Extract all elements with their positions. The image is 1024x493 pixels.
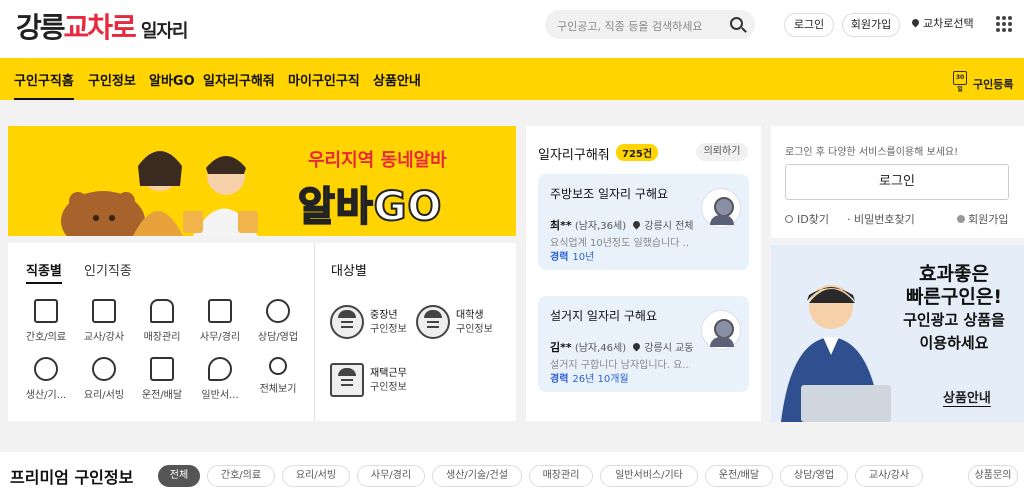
- category-sales[interactable]: 상담/영업: [254, 299, 302, 343]
- apps-menu-icon[interactable]: [996, 16, 1012, 32]
- calendar-icon: 30일: [953, 71, 967, 93]
- middle-aged-face-icon: [330, 305, 364, 339]
- tab-popular[interactable]: 인기직종: [84, 260, 132, 279]
- user-icon: [957, 215, 965, 223]
- location-pin-icon: [631, 341, 642, 352]
- student-face-icon: [416, 305, 450, 339]
- join-link[interactable]: 회원가입: [957, 211, 1008, 227]
- remote-work-icon: [330, 363, 364, 397]
- location-pin-icon: [910, 17, 921, 28]
- filter-chip[interactable]: 간호/의료: [207, 465, 275, 487]
- tab-by-occupation[interactable]: 직종별: [26, 260, 62, 284]
- ad-text: 효과좋은 빠른구인은! 구인광고 상품을 이용하세요: [903, 263, 1005, 352]
- product-inquiry-button[interactable]: 상품문의: [968, 465, 1018, 487]
- find-id-link[interactable]: ID찾기: [785, 211, 829, 227]
- medical-kit-icon: [34, 299, 58, 323]
- tab-products[interactable]: 상품안내: [373, 70, 421, 89]
- count-badge: 725건: [616, 144, 659, 161]
- main-nav: 구인구직홈 구인정보 알바GO 일자리구해줘 마이구인구직 상품안내: [0, 58, 1024, 100]
- product-info-button[interactable]: 상품안내: [943, 387, 991, 407]
- filter-chip[interactable]: 생산/기술/건설: [432, 465, 522, 487]
- find-password-link[interactable]: · 비밀번호찾기: [847, 211, 915, 227]
- target-remote[interactable]: 재택근무 구인정보: [330, 361, 420, 401]
- tab-my-job[interactable]: 마이구인구직: [288, 70, 360, 89]
- job-request-panel: 일자리구해줘 725건 의뢰하기 주방보조 일자리 구해요 최** (남자,36…: [526, 126, 761, 421]
- premium-title: 프리미엄 구인정보: [10, 468, 134, 487]
- category-cooking[interactable]: 요리/서빙: [80, 357, 128, 401]
- category-service[interactable]: 일반서...: [196, 357, 244, 401]
- blackboard-icon: [92, 299, 116, 323]
- banner-subtitle: 우리지역 동네알바: [308, 150, 447, 171]
- request-button[interactable]: 의뢰하기: [696, 143, 748, 161]
- gear-icon: [34, 357, 58, 381]
- login-panel: 로그인 후 다양한 서비스를이용해 보세요! 로그인 ID찾기 · 비밀번호찾기…: [771, 126, 1024, 238]
- card-title: 주방보조 일자리 구해요: [550, 187, 669, 201]
- truck-icon: [150, 357, 174, 381]
- desk-icon: [208, 299, 232, 323]
- job-request-card[interactable]: 주방보조 일자리 구해요 최** (남자,36세) 강릉시 전체 요식업계 10…: [538, 174, 749, 270]
- search-input[interactable]: 구인공고, 직종 등을 검색하세요: [545, 10, 755, 39]
- filter-chip[interactable]: 매장관리: [529, 465, 593, 487]
- register-job-button[interactable]: 30일 구인등록: [953, 71, 1013, 93]
- category-production[interactable]: 생산/기...: [22, 357, 70, 401]
- albago-banner[interactable]: 우리지역 동네알바 알바GO: [8, 126, 516, 236]
- job-request-title: 일자리구해줘: [538, 148, 610, 163]
- category-teacher[interactable]: 교사/강사: [80, 299, 128, 343]
- login-button[interactable]: 로그인: [785, 164, 1009, 200]
- category-all[interactable]: 전체보기: [254, 357, 302, 395]
- avatar: [701, 188, 741, 228]
- login-prompt: 로그인 후 다양한 서비스를이용해 보세요!: [785, 147, 959, 158]
- target-middle-aged[interactable]: 중장년 구인정보: [330, 303, 420, 343]
- filter-chip[interactable]: 요리/서빙: [282, 465, 350, 487]
- category-office[interactable]: 사무/경리: [196, 299, 244, 343]
- tab-job-info[interactable]: 구인정보: [88, 70, 136, 89]
- phone-icon: [266, 299, 290, 323]
- category-nursing[interactable]: 간호/의료: [22, 299, 70, 343]
- avatar: [701, 310, 741, 350]
- chat-bubble-icon: [208, 357, 232, 381]
- site-logo[interactable]: 강릉교차로 일자리: [16, 6, 188, 46]
- banner-title: 알바GO: [297, 183, 443, 231]
- category-delivery[interactable]: 운전/배달: [138, 357, 186, 401]
- search-icon[interactable]: [730, 17, 743, 30]
- dish-icon: [92, 357, 116, 381]
- magnifier-icon: [269, 357, 287, 375]
- category-store[interactable]: 매장관리: [138, 299, 186, 343]
- filter-chip-all[interactable]: 전체: [158, 465, 200, 487]
- tab-home[interactable]: 구인구직홈: [14, 70, 74, 100]
- filter-chip[interactable]: 상담/영업: [780, 465, 848, 487]
- job-request-card[interactable]: 설거지 일자리 구해요 김** (남자,46세) 강릉시 교동 설거지 구합니다…: [538, 296, 749, 392]
- card-title: 설거지 일자리 구해요: [550, 309, 657, 323]
- search-placeholder: 구인공고, 직종 등을 검색하세요: [557, 20, 703, 33]
- key-icon: [785, 215, 793, 223]
- tab-albago[interactable]: 알바GO: [149, 70, 195, 89]
- divider: [314, 243, 315, 421]
- tab-find-job[interactable]: 일자리구해줘: [203, 70, 275, 89]
- product-ad-banner[interactable]: 효과좋은 빠른구인은! 구인광고 상품을 이용하세요 상품안내: [771, 245, 1024, 422]
- region-selector[interactable]: 교차로선택: [910, 17, 974, 31]
- login-link[interactable]: 로그인: [784, 13, 834, 37]
- filter-chip[interactable]: 운전/배달: [705, 465, 773, 487]
- filter-chip[interactable]: 일반서비스/기타: [600, 465, 698, 487]
- target-student[interactable]: 대학생 구인정보: [416, 303, 506, 343]
- shirt-icon: [150, 299, 174, 323]
- filter-chip[interactable]: 교사/강사: [855, 465, 923, 487]
- filter-chip[interactable]: 사무/경리: [357, 465, 425, 487]
- location-pin-icon: [631, 219, 642, 230]
- signup-link[interactable]: 회원가입: [842, 13, 900, 37]
- target-title: 대상별: [331, 264, 367, 279]
- job-category-panel: 직종별 인기직종 간호/의료 교사/강사 매장관리 사무/경리 상담/영업 생산…: [8, 243, 516, 421]
